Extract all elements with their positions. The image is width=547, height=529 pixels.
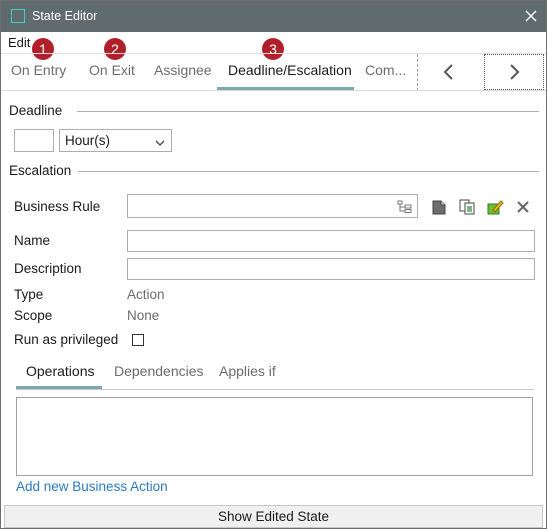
remove-rule-icon [517, 201, 529, 213]
close-icon [525, 10, 537, 22]
tabs-divider [1, 90, 546, 91]
chevron-right-icon [510, 64, 520, 80]
new-rule-button[interactable] [428, 196, 450, 218]
close-button[interactable] [519, 5, 543, 27]
subtab-applies-if[interactable]: Applies if [219, 363, 276, 379]
description-input[interactable] [127, 258, 535, 280]
deadline-unit-select[interactable]: Hour(s) [59, 129, 172, 152]
subtab-operations[interactable]: Operations [26, 363, 94, 379]
tabs-prev-button[interactable] [419, 54, 479, 90]
tab-overflow-edge [413, 54, 418, 91]
tab-deadline-escalation[interactable]: Deadline/Escalation [228, 62, 352, 78]
tab-comments[interactable]: Com... [365, 62, 406, 78]
tab-on-exit[interactable]: On Exit [89, 62, 135, 78]
run-as-privileged-checkbox[interactable] [132, 334, 144, 346]
operations-list[interactable] [16, 397, 533, 476]
edit-rule-icon [487, 200, 504, 215]
tree-picker-icon [397, 200, 412, 213]
subtab-dependencies[interactable]: Dependencies [114, 363, 204, 379]
new-rule-icon [432, 200, 446, 215]
business-rule-picker-button[interactable] [394, 196, 416, 218]
scope-value: None [127, 308, 160, 323]
state-editor-window: State Editor Edit 1 2 3 On Entry On Exit… [0, 0, 547, 529]
show-edited-state-button[interactable]: Show Edited State [4, 505, 543, 528]
window-title: State Editor [32, 9, 98, 23]
deadline-value-input[interactable] [14, 129, 54, 152]
chevron-down-icon [155, 135, 165, 150]
business-rule-input[interactable] [127, 194, 418, 218]
type-value: Action [127, 287, 165, 302]
run-as-privileged-label: Run as privileged [14, 332, 119, 347]
description-label: Description [14, 261, 82, 276]
subtabs-divider [16, 389, 534, 390]
tab-on-entry[interactable]: On Entry [11, 62, 66, 78]
deadline-section-label: Deadline [9, 103, 63, 118]
deadline-section-divider [77, 111, 539, 112]
copy-rule-icon [459, 199, 475, 215]
scope-label: Scope [14, 308, 53, 323]
business-rule-label: Business Rule [14, 199, 101, 214]
escalation-section-label: Escalation [9, 163, 72, 178]
window-icon [11, 9, 25, 23]
active-subtab-indicator [16, 386, 102, 389]
name-input[interactable] [127, 230, 535, 252]
tab-strip: On Entry On Exit Assignee Deadline/Escal… [1, 53, 546, 91]
escalation-section-divider [78, 171, 539, 172]
type-label: Type [14, 287, 44, 302]
copy-rule-button[interactable] [456, 196, 478, 218]
name-label: Name [14, 233, 51, 248]
title-bar: State Editor [1, 1, 546, 32]
deadline-unit-value: Hour(s) [65, 133, 111, 148]
menu-edit[interactable]: Edit [8, 35, 30, 50]
edit-rule-button[interactable] [484, 196, 506, 218]
tabs-next-button[interactable] [484, 54, 544, 90]
add-business-action-link[interactable]: Add new Business Action [16, 479, 168, 494]
show-edited-state-label: Show Edited State [217, 509, 330, 524]
tab-assignee[interactable]: Assignee [154, 62, 212, 78]
chevron-left-icon [443, 64, 453, 80]
remove-rule-button[interactable] [512, 196, 534, 218]
